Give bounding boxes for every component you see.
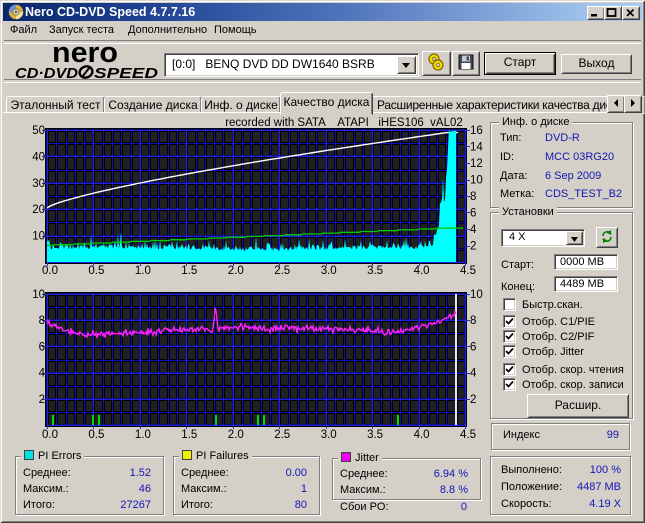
svg-text:CD·DVD: CD·DVD bbox=[15, 66, 79, 80]
svg-text:nero: nero bbox=[52, 40, 118, 69]
svg-text:SPEED: SPEED bbox=[94, 66, 159, 80]
